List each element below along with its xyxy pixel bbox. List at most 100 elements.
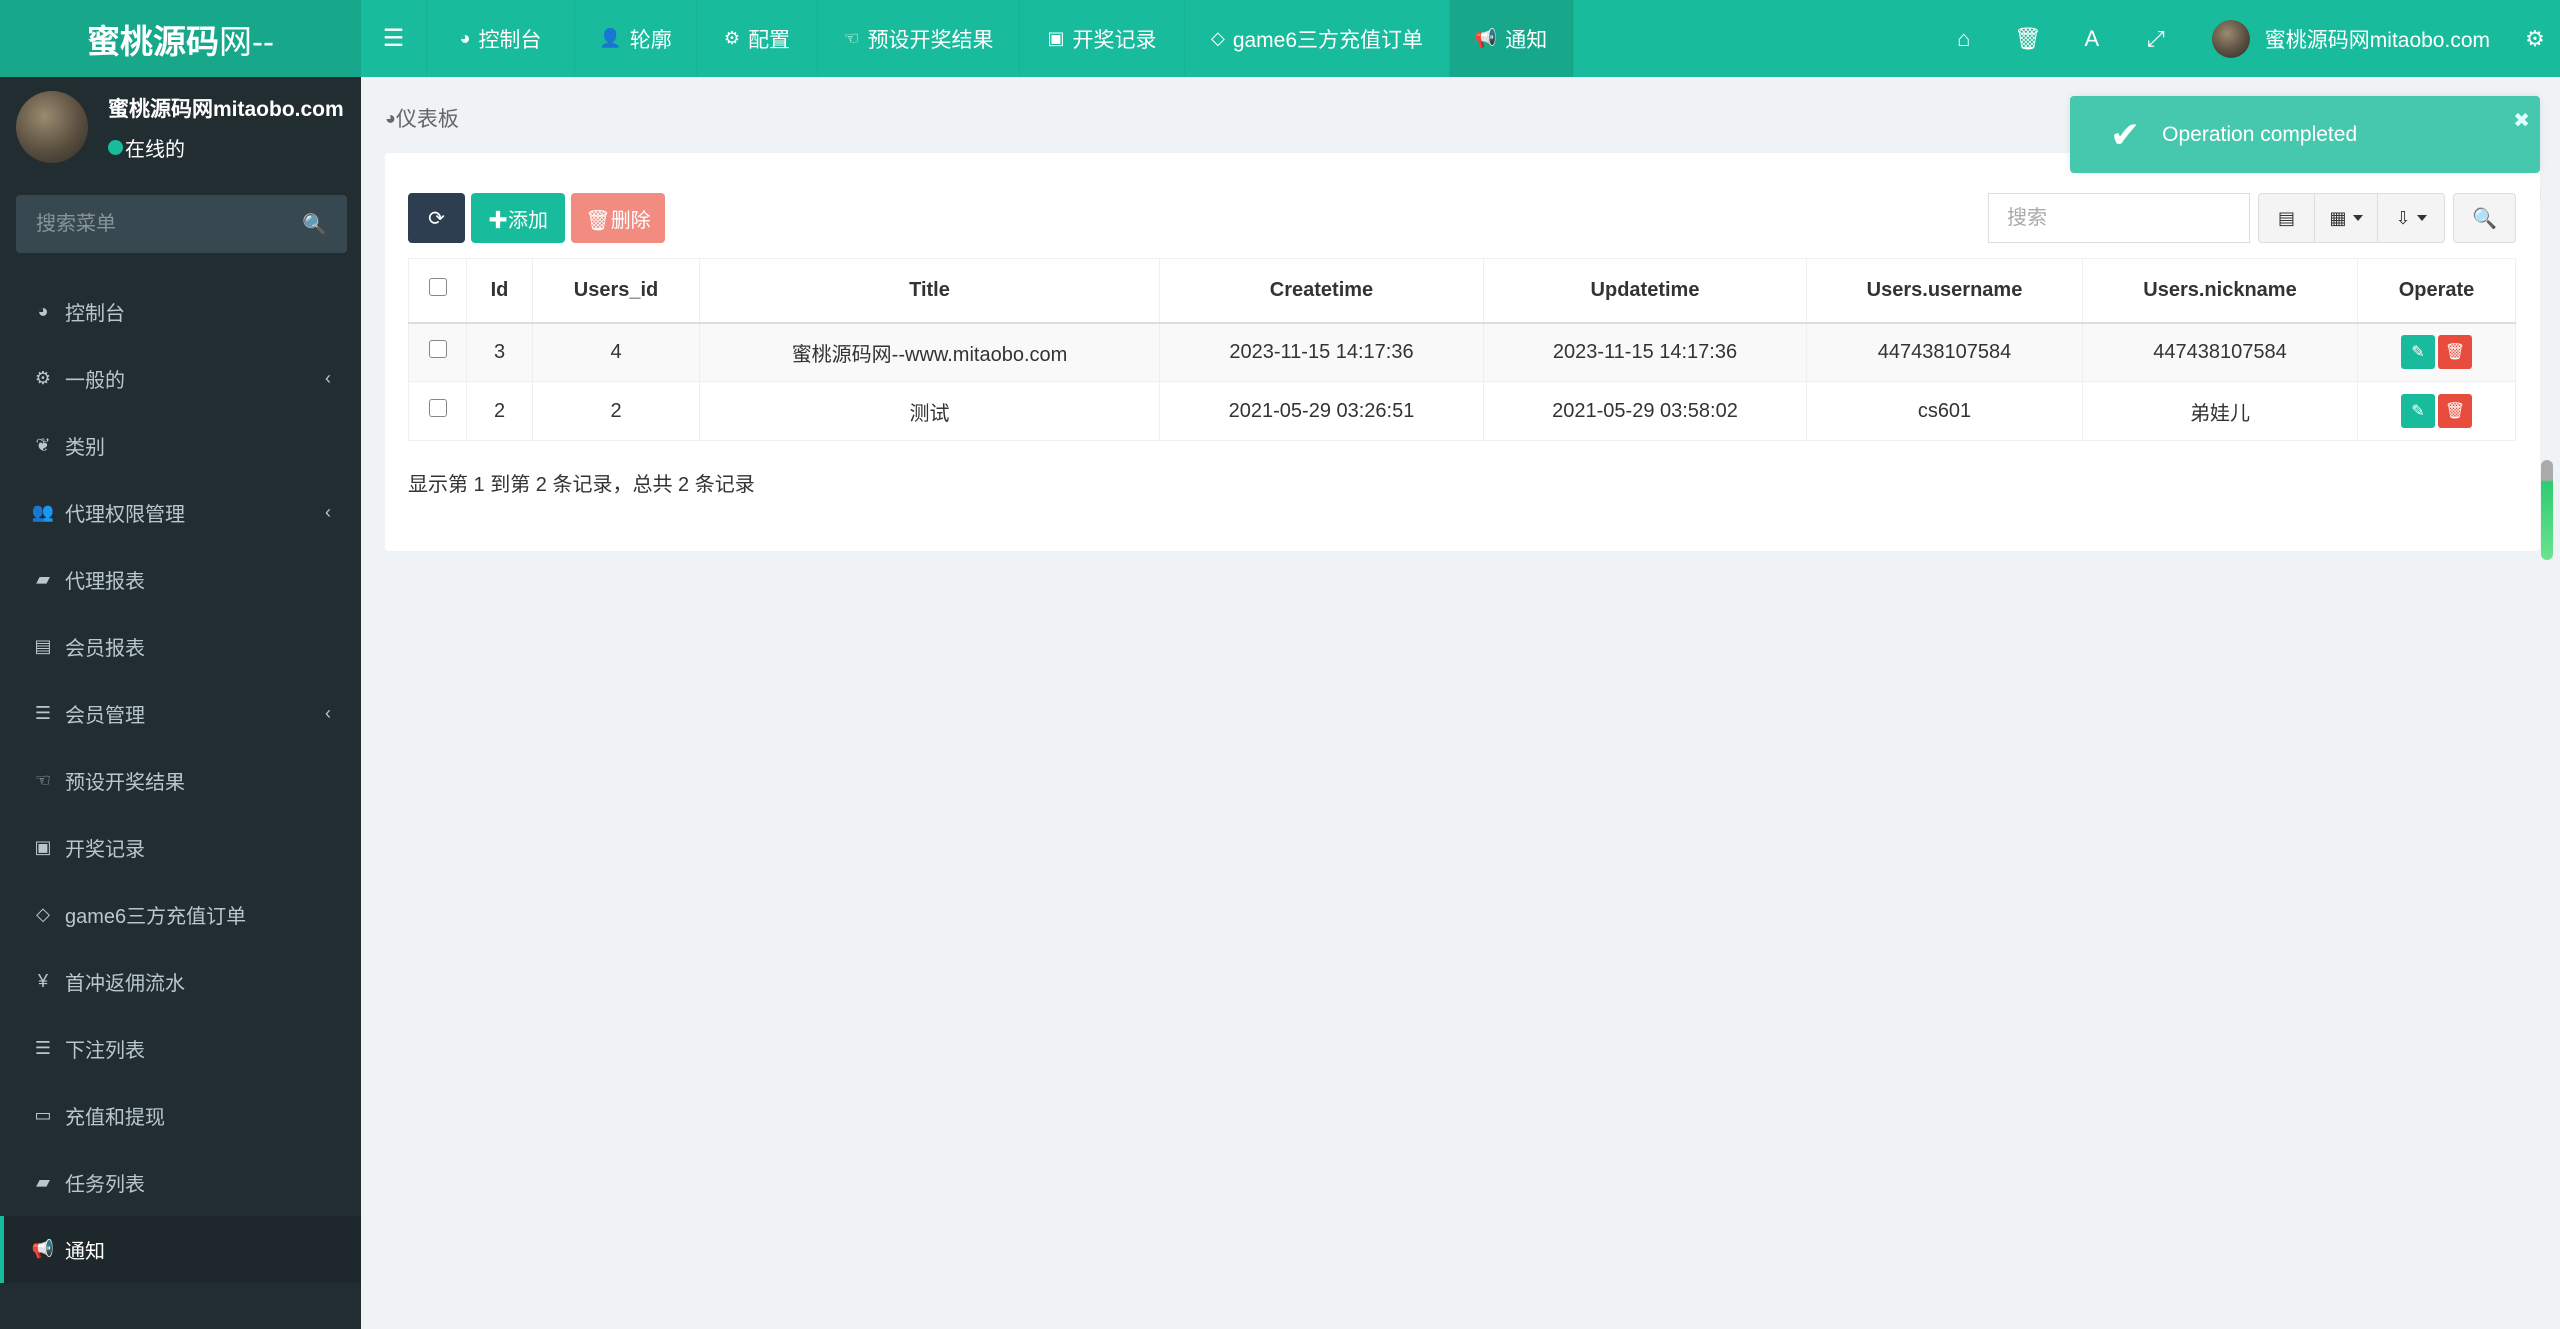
sidebar-item-label: 开奖记录 — [65, 839, 145, 861]
sidebar-item-deposit-withdraw[interactable]: ▭ 充值和提现 — [0, 1082, 361, 1149]
book-icon: ▰ — [36, 569, 50, 589]
sidebar-item-label: 首冲返佣流水 — [65, 973, 185, 995]
top-header: 蜜桃源码 网-- ☰ ◕ 控制台 👤 轮廓 ⚙ 配置 ☜ 预设开奖结果 ▣ 开奖记录 ◇ ga… — [0, 0, 2560, 77]
select-all-checkbox[interactable] — [428, 278, 447, 297]
table-row[interactable]: 2 2 测试 2021-05-29 03:26:51 2021-05-29 03… — [408, 381, 2516, 441]
sidebar-item-game6-orders[interactable]: ◇ game6三方充值订单 — [0, 881, 361, 948]
sidebar-item-notice[interactable]: 📢 通知 — [0, 1216, 361, 1283]
sidebar-item-bet-list[interactable]: ☰ 下注列表 — [0, 1015, 361, 1082]
nav-tab-notice[interactable]: 📢 通知 — [1450, 0, 1573, 77]
table-tools: ▤ ▦ ⇩ 🔍 — [1988, 193, 2516, 243]
sidebar-toggle-button[interactable]: ☰ — [361, 0, 427, 77]
sidebar-item-category[interactable]: ❦ 类别 — [0, 412, 361, 479]
nav-tab-label: game6三方充值订单 — [1232, 28, 1424, 52]
sidebar-item-member-management[interactable]: ☰ 会员管理 ‹ — [0, 680, 361, 747]
column-header[interactable]: Updatetime — [1483, 258, 1807, 324]
table-search-input[interactable] — [1988, 193, 2250, 243]
sidebar-item-dashboard[interactable]: ◕ 控制台 — [0, 278, 361, 345]
cell-id: 3 — [466, 322, 533, 382]
cell-updatetime: 2023-11-15 14:17:36 — [1483, 322, 1807, 382]
cell-users-id: 4 — [532, 322, 700, 382]
sidebar: 蜜桃源码网mitaobo.com 在线的 🔍 ◕ 控制台 ⚙ 一般的 ‹ ❦ 类别 👥 代… — [0, 77, 361, 1329]
pagination-info: 显示第 1 到第 2 条记录，总共 2 条记录 — [408, 474, 755, 496]
status-text: 在线的 — [125, 138, 185, 161]
sidebar-item-label: 类别 — [65, 437, 105, 459]
column-header[interactable]: Users.username — [1806, 258, 2083, 324]
columns-button[interactable]: ▦ — [2315, 194, 2378, 242]
column-header: Operate — [2357, 258, 2516, 324]
user-menu[interactable]: 蜜桃源码网mitaobo.com — [2188, 0, 2510, 77]
avatar — [2211, 19, 2250, 58]
book-icon: ▰ — [36, 1172, 50, 1192]
nav-tab-preset-results[interactable]: ☜ 预设开奖结果 — [818, 0, 1020, 77]
avatar — [16, 91, 88, 163]
nav-tab-game6-orders[interactable]: ◇ game6三方充值订单 — [1185, 0, 1450, 77]
advanced-search-button[interactable]: 🔍 — [2453, 193, 2516, 243]
scroll-indicator[interactable] — [2541, 460, 2553, 560]
sidebar-item-member-report[interactable]: ▤ 会员报表 — [0, 613, 361, 680]
table-row[interactable]: 3 4 蜜桃源码网--www.mitaobo.com 2023-11-15 14… — [408, 322, 2516, 382]
language-button[interactable]: A — [2060, 0, 2124, 77]
column-header[interactable]: Id — [466, 258, 533, 324]
column-header[interactable]: Createtime — [1159, 258, 1484, 324]
list-icon: ☰ — [34, 703, 52, 723]
fullscreen-button[interactable]: ⤢ — [2124, 0, 2188, 77]
breadcrumb[interactable]: ◕ 仪表板 — [385, 103, 459, 133]
nav-tab-dashboard[interactable]: ◕ 控制台 — [427, 0, 575, 77]
edit-button[interactable]: ✎ — [2401, 394, 2435, 428]
add-button[interactable]: ✚添加 — [471, 193, 565, 243]
sidebar-item-preset-results[interactable]: ☜ 预设开奖结果 — [0, 747, 361, 814]
delete-row-button[interactable]: 🗑 — [2438, 335, 2472, 370]
settings-button[interactable]: ⚙ — [2510, 0, 2560, 77]
nav-tab-label: 预设开奖结果 — [867, 28, 994, 52]
sidebar-item-general[interactable]: ⚙ 一般的 ‹ — [0, 345, 361, 412]
nav-tab-config[interactable]: ⚙ 配置 — [697, 0, 818, 77]
sidebar-item-first-deposit-rebate[interactable]: ¥ 首冲返佣流水 — [0, 948, 361, 1015]
search-icon[interactable]: 🔍 — [302, 212, 327, 237]
row-checkbox[interactable] — [428, 399, 447, 417]
clear-cache-button[interactable]: 🗑 — [1996, 0, 2060, 77]
column-header[interactable]: Users_id — [532, 258, 700, 324]
list-alt-icon: ▤ — [2277, 207, 2295, 228]
sidebar-item-agent-report[interactable]: ▰ 代理报表 — [0, 546, 361, 613]
hand-icon: ☜ — [843, 28, 860, 48]
cell-createtime: 2023-11-15 14:17:36 — [1159, 322, 1484, 382]
nav-tab-label: 配置 — [748, 28, 791, 52]
bullhorn-icon: 📢 — [31, 1239, 55, 1259]
gears-icon: ⚙ — [2525, 25, 2545, 51]
close-icon[interactable]: ✖ — [2513, 108, 2530, 133]
sidebar-item-task-list[interactable]: ▰ 任务列表 — [0, 1149, 361, 1216]
edit-button[interactable]: ✎ — [2401, 335, 2435, 370]
translate-icon: A — [2084, 25, 2100, 51]
check-icon: ✔ — [2110, 113, 2141, 155]
menu-search-input[interactable] — [36, 212, 303, 236]
refresh-button[interactable]: ⟳ — [408, 193, 465, 243]
cell-title: 蜜桃源码网--www.mitaobo.com — [699, 322, 1160, 382]
export-button[interactable]: ⇩ — [2378, 194, 2444, 242]
sidebar-item-agent-permissions[interactable]: 👥 代理权限管理 ‹ — [0, 479, 361, 546]
pencil-icon: ✎ — [2411, 344, 2425, 362]
header-username: 蜜桃源码网mitaobo.com — [2264, 28, 2490, 52]
cell-title: 测试 — [699, 381, 1160, 441]
row-checkbox[interactable] — [428, 340, 447, 359]
caret-down-icon — [2352, 215, 2363, 221]
sidebar-item-label: 通知 — [65, 1241, 105, 1263]
cell-nickname: 447438107584 — [2082, 322, 2358, 382]
nav-tab-profile[interactable]: 👤 轮廓 — [575, 0, 697, 77]
delete-button[interactable]: 🗑删除 — [571, 193, 665, 243]
sidebar-item-label: 充值和提现 — [65, 1107, 165, 1129]
sidebar-item-draw-records[interactable]: ▣ 开奖记录 — [0, 814, 361, 881]
delete-row-button[interactable]: 🗑 — [2438, 394, 2472, 428]
column-header[interactable]: Users.nickname — [2082, 258, 2358, 324]
header-right: ⌂ 🗑 A ⤢ 蜜桃源码网mitaobo.com ⚙ — [1932, 0, 2560, 77]
home-button[interactable]: ⌂ — [1932, 0, 1996, 77]
nav-tab-draw-records[interactable]: ▣ 开奖记录 — [1020, 0, 1185, 77]
column-header[interactable]: Title — [699, 258, 1160, 324]
logo[interactable]: 蜜桃源码 网-- — [0, 0, 361, 77]
calendar-check-icon: ▣ — [34, 837, 52, 857]
toggle-view-button[interactable]: ▤ — [2259, 194, 2315, 242]
caret-down-icon — [2416, 215, 2427, 221]
users-icon: 👥 — [31, 502, 55, 522]
online-status: 在线的 — [108, 133, 344, 162]
nav-tab-label: 开奖记录 — [1072, 28, 1157, 52]
